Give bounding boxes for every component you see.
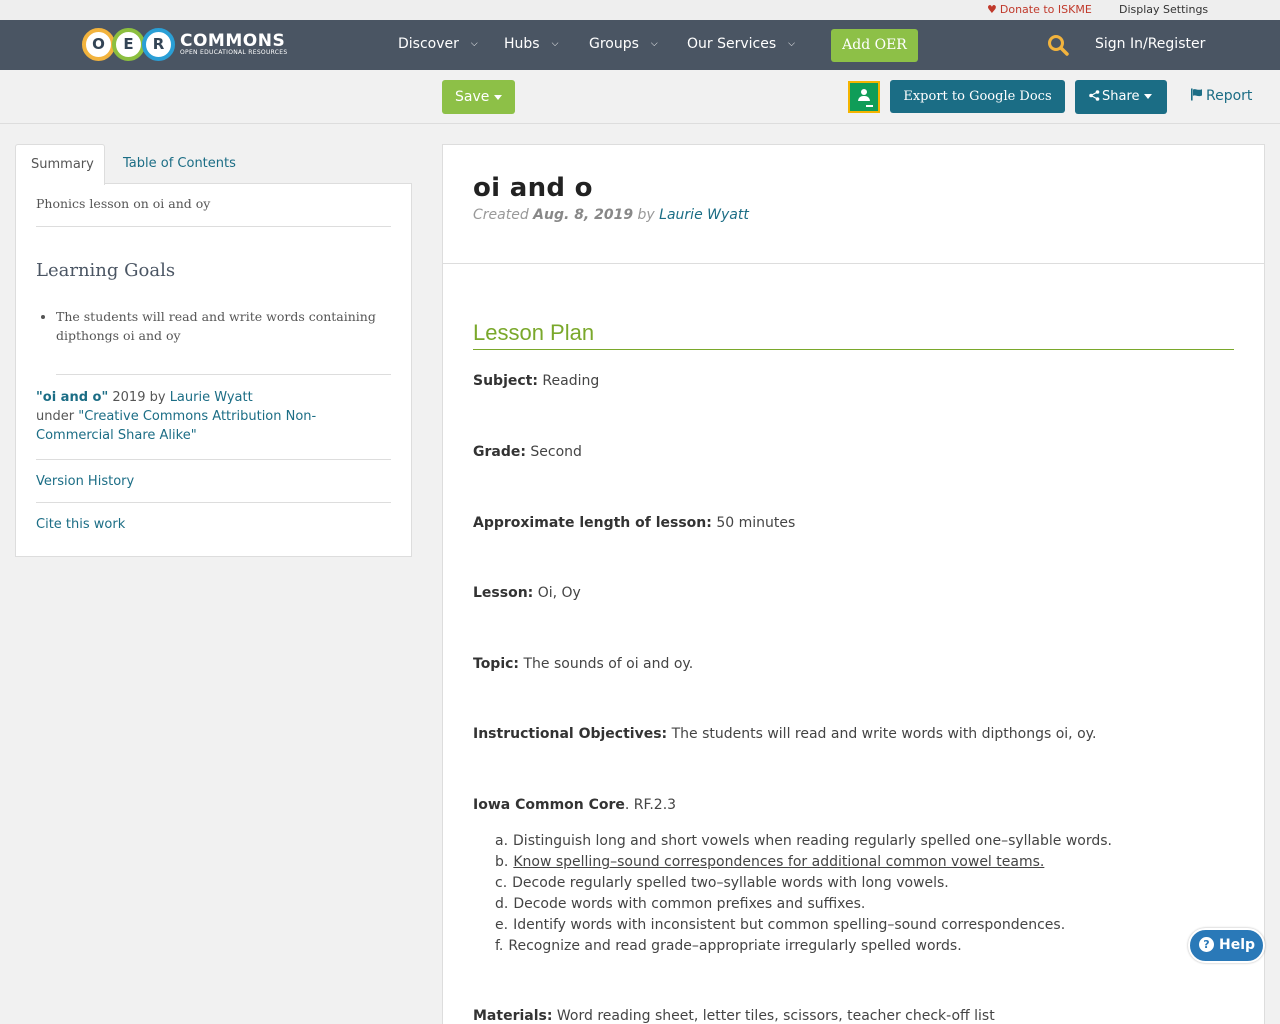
google-classroom-icon[interactable]: [848, 81, 880, 113]
chevron-down-icon: ⌵: [551, 39, 559, 49]
document-panel: oi and o Created Aug. 8, 2019 by Laurie …: [442, 144, 1265, 1024]
license-link[interactable]: "Creative Commons Attribution Non-Commer…: [36, 409, 316, 443]
question-icon: ?: [1199, 937, 1214, 952]
section-title: Lesson Plan: [473, 320, 1234, 350]
nav-discover[interactable]: Discover ⌵: [398, 36, 478, 52]
list-item: d. Decode words with common prefixes and …: [495, 896, 866, 912]
learning-goals-list: The students will read and write words c…: [56, 307, 391, 375]
heart-icon: ♥: [987, 3, 997, 16]
tab-summary[interactable]: Summary: [15, 144, 105, 185]
help-button[interactable]: ? Help: [1188, 928, 1265, 963]
field-materials: Materials: Word reading sheet, letter ti…: [473, 1008, 995, 1024]
field-grade: Grade: Second: [473, 444, 582, 460]
list-item: f. Recognize and read grade–appropriate i…: [495, 938, 962, 954]
field-lesson: Lesson: Oi, Oy: [473, 585, 581, 601]
action-bar: Save Export to Google Docs Share Report: [0, 70, 1280, 124]
author-link[interactable]: Laurie Wyatt: [170, 390, 253, 405]
logo-letter-o: O: [82, 27, 115, 61]
summary-text: Phonics lesson on oi and oy: [36, 184, 391, 227]
flag-icon: [1191, 88, 1202, 101]
list-item: a. Distinguish long and short vowels when…: [495, 833, 1113, 849]
sidebar-tabs: Summary Table of Contents: [15, 144, 412, 185]
cite-this-work-link[interactable]: Cite this work: [36, 503, 391, 545]
save-button[interactable]: Save: [442, 80, 515, 114]
summary-panel: Phonics lesson on oi and oy Learning Goa…: [15, 183, 412, 557]
export-to-google-docs-button[interactable]: Export to Google Docs: [890, 80, 1065, 113]
report-link[interactable]: Report: [1190, 88, 1252, 104]
search-icon[interactable]: [1047, 34, 1069, 56]
list-item: e. Identify words with inconsistent but c…: [495, 917, 1066, 933]
logo-letter-r: R: [142, 27, 175, 61]
tab-table-of-contents[interactable]: Table of Contents: [108, 144, 251, 184]
field-lesson-length: Approximate length of lesson: 50 minutes: [473, 515, 796, 531]
document-title: oi and o: [473, 173, 593, 203]
chevron-down-icon: ⌵: [470, 39, 478, 49]
version-history-link[interactable]: Version History: [36, 460, 391, 503]
resource-title-link[interactable]: "oi and o": [36, 390, 108, 405]
share-button[interactable]: Share: [1075, 80, 1167, 114]
main-nav: O E R COMMONS OPEN EDUCATIONAL RESOURCES…: [0, 20, 1280, 70]
share-icon: [1089, 90, 1100, 101]
list-item: c. Decode regularly spelled two–syllable …: [495, 875, 949, 891]
caret-down-icon: [1143, 94, 1152, 99]
display-settings-link[interactable]: Display Settings: [1119, 3, 1208, 16]
field-subject: Subject: Reading: [473, 373, 600, 389]
nav-our-services[interactable]: Our Services ⌵: [687, 36, 795, 52]
nav-hubs[interactable]: Hubs ⌵: [504, 36, 558, 52]
utility-bar: ♥ Donate to ISKME Display Settings: [0, 0, 1280, 20]
nav-groups[interactable]: Groups ⌵: [589, 36, 658, 52]
caret-down-icon: [494, 95, 502, 100]
standards-list: a. Distinguish long and short vowels when…: [495, 831, 1112, 957]
document-author-link[interactable]: Laurie Wyatt: [659, 207, 749, 223]
sign-in-register-link[interactable]: Sign In/Register: [1095, 36, 1205, 52]
field-iowa-common-core: Iowa Common Core. RF.2.3: [473, 797, 677, 813]
document-header: oi and o Created Aug. 8, 2019 by Laurie …: [443, 145, 1264, 264]
document-body: Lesson Plan: [443, 264, 1264, 350]
chevron-down-icon: ⌵: [650, 39, 658, 49]
logo-wordmark: COMMONS OPEN EDUCATIONAL RESOURCES: [180, 30, 288, 56]
list-item: b. Know spelling–sound correspondences fo…: [495, 854, 1045, 870]
field-instructional-objectives: Instructional Objectives: The students w…: [473, 726, 1097, 742]
oer-commons-logo[interactable]: O E R COMMONS OPEN EDUCATIONAL RESOURCES: [82, 26, 288, 62]
learning-goal-item: The students will read and write words c…: [56, 307, 391, 345]
field-topic: Topic: The sounds of oi and oy.: [473, 656, 694, 672]
donate-link[interactable]: ♥ Donate to ISKME: [987, 3, 1092, 16]
attribution: "oi and o" 2019 by Laurie Wyatt under "C…: [36, 375, 391, 460]
logo-letter-e: E: [112, 27, 145, 61]
learning-goals-heading: Learning Goals: [36, 260, 176, 281]
add-oer-button[interactable]: Add OER: [831, 29, 918, 62]
document-meta: Created Aug. 8, 2019 by Laurie Wyatt: [473, 207, 749, 223]
created-date: Aug. 8, 2019: [533, 207, 634, 223]
chevron-down-icon: ⌵: [788, 39, 795, 49]
